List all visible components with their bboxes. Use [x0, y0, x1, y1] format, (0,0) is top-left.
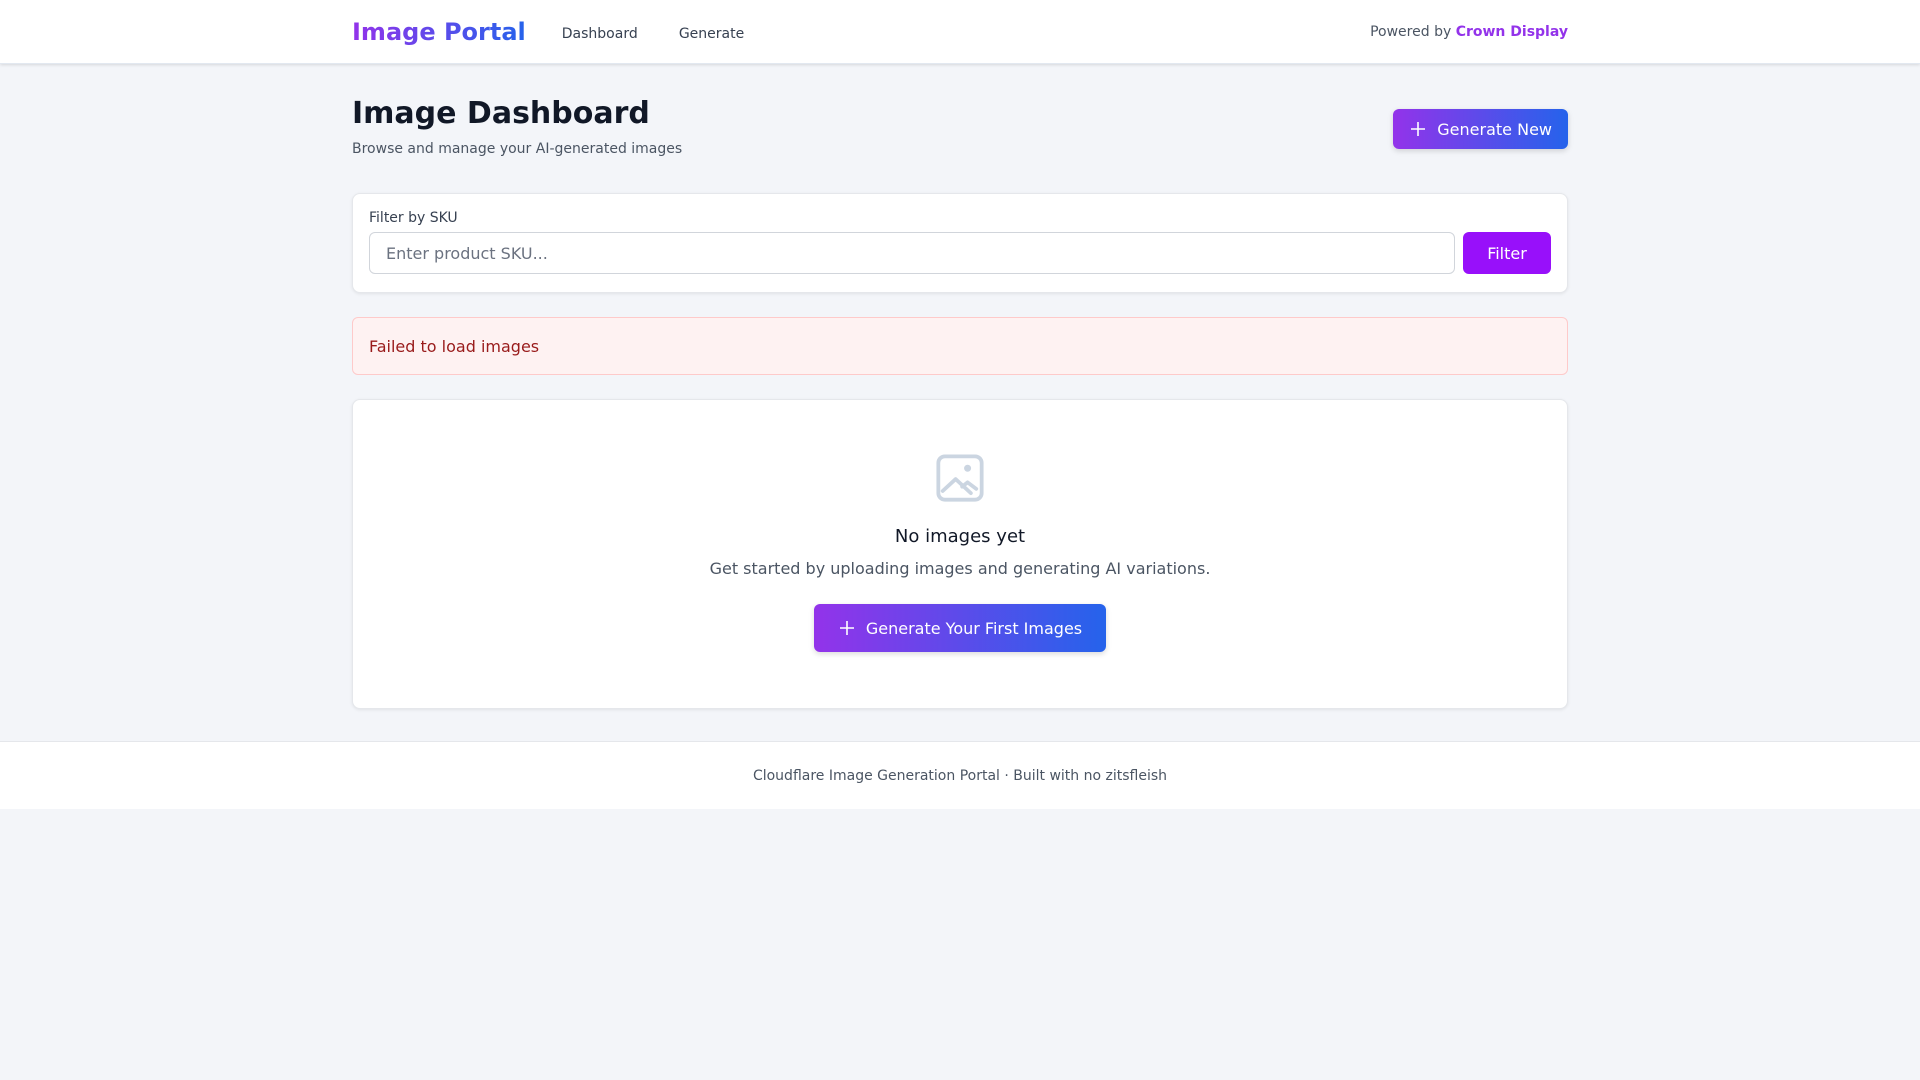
page-title: Image Dashboard: [352, 96, 650, 131]
empty-title: No images yet: [894, 526, 1026, 547]
filter-button[interactable]: Filter: [1463, 232, 1551, 274]
error-alert: Failed to load images: [352, 317, 1568, 375]
powered-by-brand[interactable]: Crown Display: [1456, 24, 1568, 40]
image-placeholder-icon: [936, 454, 984, 502]
filter-label: Filter by SKU: [369, 210, 458, 226]
plus-icon: [1411, 122, 1426, 136]
logo[interactable]: Image Portal: [352, 18, 526, 46]
nav-generate[interactable]: Generate: [679, 26, 744, 42]
footer-text: Cloudflare Image Generation Portal · Bui…: [752, 767, 1168, 784]
sku-input[interactable]: [369, 232, 1455, 274]
main-nav: Dashboard Generate: [526, 23, 744, 42]
powered-by: Powered by Crown Display: [1370, 24, 1568, 40]
generate-first-images-label: Generate Your First Images: [865, 618, 1083, 638]
main-content: Image Dashboard Browse and manage your A…: [352, 96, 1568, 709]
generate-new-button[interactable]: Generate New: [1393, 109, 1568, 149]
powered-by-prefix: Powered by: [1370, 24, 1452, 40]
page-subtitle: Browse and manage your AI-generated imag…: [352, 141, 683, 157]
generate-new-label: Generate New: [1437, 119, 1552, 139]
generate-first-images-button[interactable]: Generate Your First Images: [813, 604, 1107, 652]
plus-icon: [839, 621, 854, 635]
empty-state: No images yet Get started by uploading i…: [352, 399, 1568, 709]
footer: Cloudflare Image Generation Portal · Bui…: [0, 741, 1920, 809]
filter-card: Filter by SKU Filter: [352, 193, 1568, 293]
nav-dashboard[interactable]: Dashboard: [562, 26, 638, 42]
top-header: Image Portal Dashboard Generate Powered …: [0, 0, 1920, 64]
empty-description: Get started by uploading images and gene…: [709, 559, 1211, 578]
